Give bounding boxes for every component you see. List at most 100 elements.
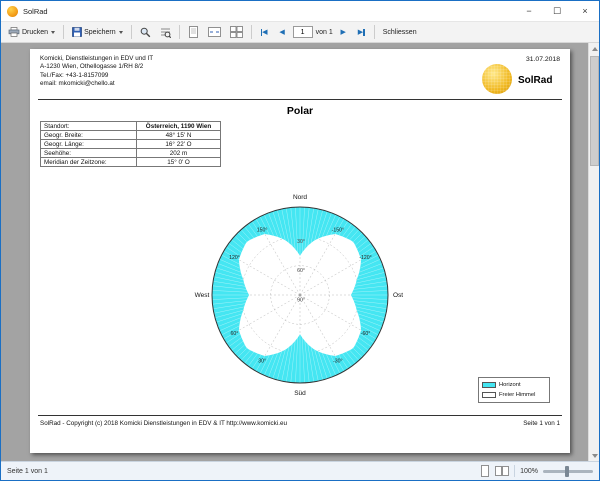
report-title: Polar — [30, 105, 570, 117]
zoom-level-label: 100% — [520, 468, 538, 475]
row-label: Geogr. Breite: — [41, 131, 137, 140]
table-row: Standort:Österreich, 1190 Wien — [41, 122, 221, 131]
zoom-slider[interactable] — [543, 470, 593, 473]
page-width-button[interactable] — [205, 25, 224, 39]
title-bar[interactable]: SolRad − ☐ × — [1, 1, 599, 22]
next-page-button[interactable]: ▶ — [336, 25, 351, 39]
app-window: SolRad − ☐ × Drucken Speichern — [0, 0, 600, 481]
svg-text:-120°: -120° — [359, 255, 371, 261]
close-button[interactable]: × — [571, 1, 599, 21]
header-divider — [38, 99, 562, 100]
company-line: Komicki, Dienstleistungen in EDV und IT — [40, 55, 153, 63]
prev-page-icon: ◀ — [279, 28, 284, 36]
scroll-down-button[interactable] — [589, 450, 599, 461]
brand-name: SolRad — [518, 75, 552, 86]
toolbar-separator — [131, 25, 132, 39]
save-label: Speichern — [84, 29, 116, 36]
maximize-button[interactable]: ☐ — [543, 1, 571, 21]
save-dropdown-icon — [119, 31, 123, 34]
row-label: Seehöhe: — [41, 149, 137, 158]
svg-text:30°: 30° — [297, 239, 305, 245]
search-text-icon — [160, 27, 171, 38]
zoom-slider-thumb[interactable] — [565, 466, 569, 477]
close-preview-label: Schliessen — [383, 29, 417, 36]
polar-chart: NordOstSüdWest-150°-120°-60°-30°30°60°12… — [30, 183, 570, 401]
row-value: 202 m — [137, 149, 221, 158]
table-row: Geogr. Länge:16° 22' O — [41, 140, 221, 149]
company-address-block: Komicki, Dienstleistungen in EDV und IT … — [40, 55, 153, 88]
svg-text:Nord: Nord — [293, 194, 307, 201]
maximize-icon: ☐ — [553, 6, 561, 16]
find-text-button[interactable] — [157, 26, 174, 39]
location-info-table: Standort:Österreich, 1190 Wien Geogr. Br… — [40, 121, 221, 167]
whole-page-button[interactable] — [185, 25, 202, 39]
search-icon — [140, 27, 151, 38]
scroll-up-button[interactable] — [589, 43, 599, 54]
statusbar-separator — [514, 465, 515, 477]
print-button[interactable]: Drucken — [5, 26, 58, 38]
footer-page-number: Seite 1 von 1 — [523, 420, 560, 427]
print-label: Drucken — [22, 29, 48, 36]
svg-text:60°: 60° — [297, 268, 305, 274]
scroll-up-icon — [592, 47, 598, 51]
first-page-button[interactable]: ◀ — [257, 25, 272, 39]
legend-item: Freier Himmel — [482, 390, 546, 400]
first-page-arrow: ◀ — [262, 28, 267, 36]
multiple-pages-button[interactable] — [227, 25, 246, 39]
prev-page-button[interactable]: ◀ — [275, 25, 290, 39]
svg-text:90°: 90° — [297, 298, 305, 304]
svg-text:60°: 60° — [231, 331, 239, 337]
svg-text:West: West — [195, 292, 210, 299]
svg-text:-60°: -60° — [361, 331, 371, 337]
svg-text:150°: 150° — [257, 227, 268, 233]
page-width-icon — [208, 26, 221, 38]
table-row: Seehöhe:202 m — [41, 149, 221, 158]
vertical-scrollbar[interactable] — [588, 43, 599, 461]
svg-text:30°: 30° — [258, 359, 266, 365]
preview-area: Komicki, Dienstleistungen in EDV und IT … — [1, 43, 599, 461]
toolbar: Drucken Speichern ◀ ◀ von 1 ▶ — [1, 22, 599, 43]
company-line: email: mkomicki@chello.at — [40, 80, 153, 88]
row-label: Standort: — [41, 122, 137, 131]
legend-item: Horizont — [482, 380, 546, 390]
sun-logo-icon — [482, 64, 512, 94]
close-preview-button[interactable]: Schliessen — [380, 28, 420, 37]
row-label: Geogr. Länge: — [41, 140, 137, 149]
minimize-button[interactable]: − — [515, 1, 543, 21]
multi-page-view-icon[interactable] — [495, 465, 509, 477]
toolbar-separator — [251, 25, 252, 39]
page-number-input[interactable] — [293, 26, 313, 38]
company-line: Tel./Fax: +43-1-8157099 — [40, 72, 153, 80]
legend-swatch — [482, 392, 496, 398]
minimize-icon: − — [526, 6, 531, 16]
row-value: Österreich, 1190 Wien — [137, 122, 221, 131]
save-button[interactable]: Speichern — [69, 26, 126, 38]
company-line: A-1230 Wien, Othellogasse 1/RH 8/2 — [40, 63, 153, 71]
report-page: Komicki, Dienstleistungen in EDV und IT … — [30, 49, 570, 453]
svg-text:120°: 120° — [229, 255, 240, 261]
toolbar-separator — [374, 25, 375, 39]
chart-legend: Horizont Freier Himmel — [478, 377, 550, 403]
next-page-icon: ▶ — [341, 28, 346, 36]
row-value: 15° 0' O — [137, 158, 221, 167]
status-zoom-controls: 100% — [480, 465, 593, 477]
svg-text:-30°: -30° — [333, 359, 343, 365]
last-page-icon — [363, 29, 365, 36]
table-row: Meridian der Zeitzone:15° 0' O — [41, 158, 221, 167]
table-row: Geogr. Breite:48° 15' N — [41, 131, 221, 140]
find-button[interactable] — [137, 26, 154, 39]
scrollbar-thumb[interactable] — [590, 56, 599, 166]
single-page-view-icon[interactable] — [480, 465, 490, 477]
close-icon: × — [582, 6, 587, 16]
svg-text:-150°: -150° — [332, 227, 344, 233]
toolbar-separator — [63, 25, 64, 39]
row-value: 48° 15' N — [137, 131, 221, 140]
app-sun-icon — [7, 6, 18, 17]
save-icon — [72, 27, 82, 37]
status-page-label: Seite 1 von 1 — [7, 468, 480, 475]
printer-icon — [8, 27, 20, 37]
last-page-button[interactable]: ▶ — [354, 25, 369, 39]
row-label: Meridian der Zeitzone: — [41, 158, 137, 167]
print-dropdown-icon — [51, 31, 55, 34]
whole-page-icon — [188, 26, 199, 38]
